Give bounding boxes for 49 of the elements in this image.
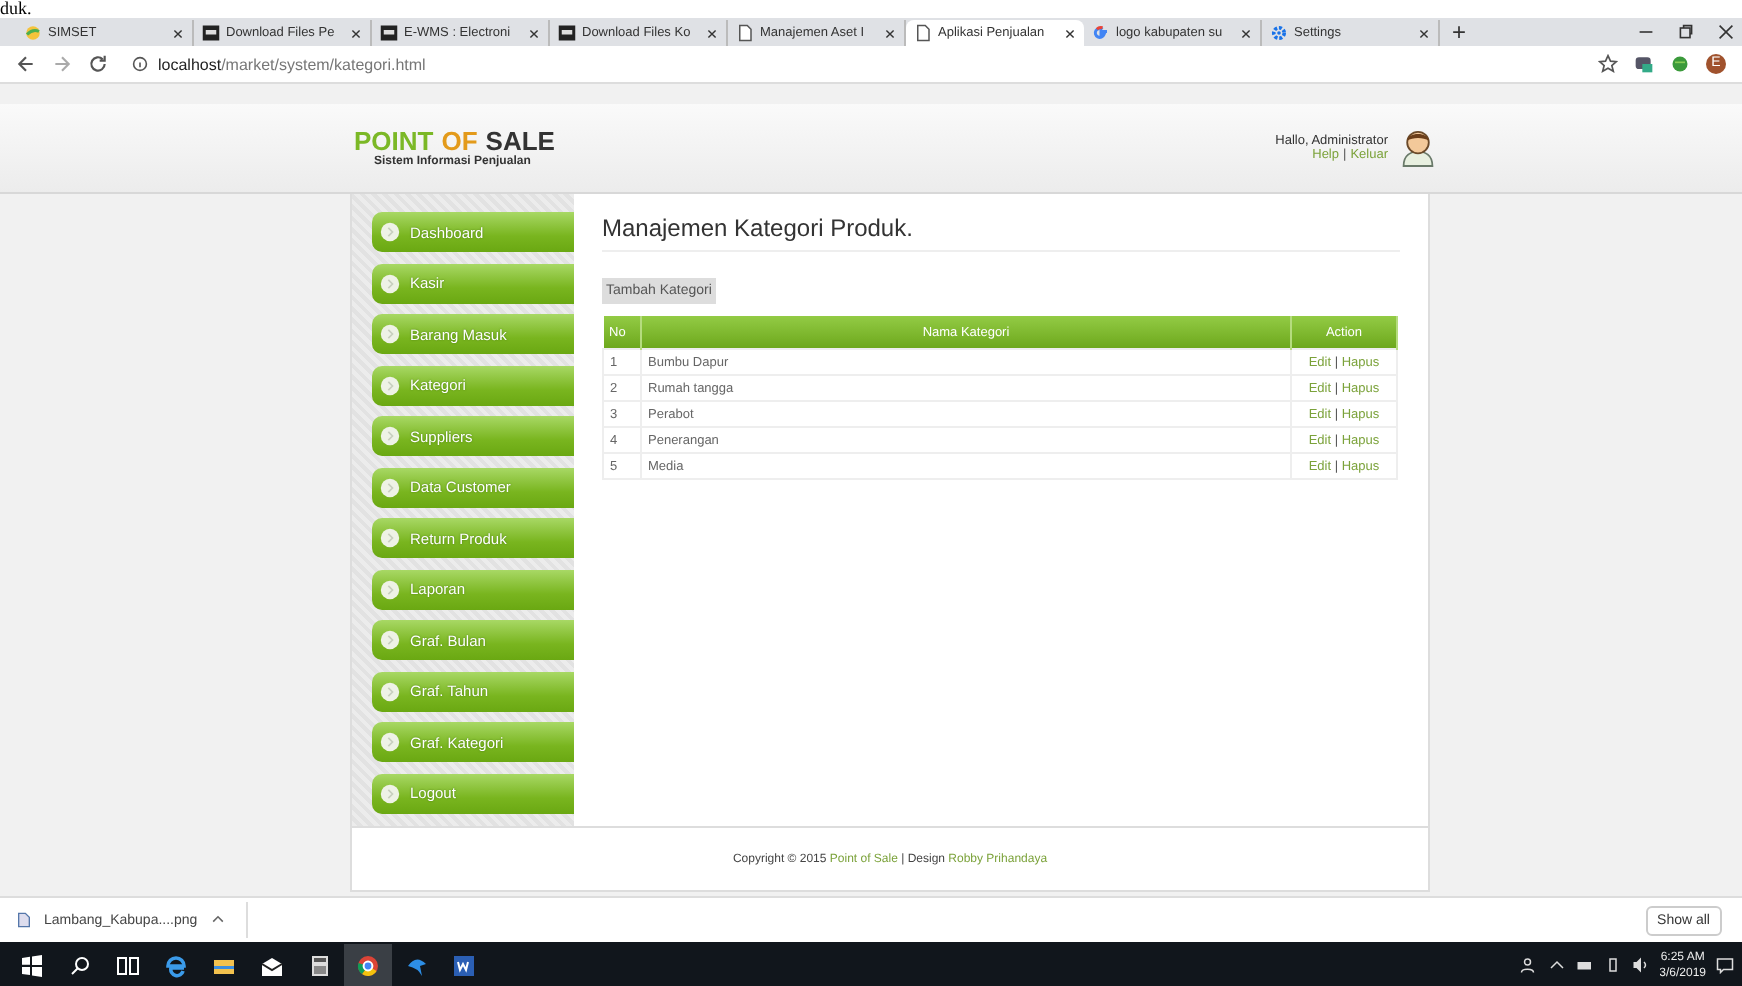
arrow-circle-icon: [380, 375, 400, 395]
url-text: localhost/market/system/kategori.html: [158, 55, 426, 73]
close-icon: [1718, 24, 1734, 40]
extension-icon[interactable]: [1634, 54, 1654, 74]
close-icon: [172, 27, 184, 39]
battery-icon[interactable]: [1603, 956, 1622, 974]
close-icon: [884, 27, 896, 39]
document-icon: [736, 24, 754, 42]
caret-icon: [209, 912, 226, 928]
arrow-circle-icon: [380, 426, 400, 446]
address-field[interactable]: localhost/market/system/kategori.html: [124, 50, 1582, 78]
gear-icon: [1270, 24, 1288, 42]
arrow-circle-icon: [380, 783, 400, 803]
info-icon: [132, 56, 148, 72]
back-icon[interactable]: [16, 54, 36, 74]
reload-icon[interactable]: [88, 54, 108, 74]
arrow-circle-icon: [380, 222, 400, 242]
logo-word: SALE: [485, 128, 555, 156]
document-icon: [914, 24, 932, 42]
sun-icon: [24, 24, 42, 42]
person-icon[interactable]: [1519, 956, 1538, 974]
close-icon: [1418, 27, 1430, 39]
volume-icon[interactable]: [1631, 956, 1650, 974]
notification-icon[interactable]: [1716, 956, 1734, 974]
new-tab-button[interactable]: +: [1440, 16, 1479, 46]
page-title: Manajemen Kategori Produk.: [602, 214, 1400, 252]
chrome-browser-icon[interactable]: [344, 943, 392, 986]
close-icon: [528, 27, 540, 39]
close-icon: [350, 27, 362, 39]
restore-icon: [1678, 24, 1694, 40]
arrow-circle-icon: [380, 630, 400, 650]
file-icon: [16, 912, 32, 928]
arrow-circle-icon: [380, 732, 400, 752]
arrow-circle-icon: [380, 579, 400, 599]
arrow-circle-icon: [380, 528, 400, 548]
star-icon[interactable]: [1598, 54, 1618, 74]
arrow-circle-icon: [380, 324, 400, 344]
logo-word: POINT: [354, 128, 434, 156]
close-icon: [1064, 27, 1076, 39]
arrow-circle-icon: [380, 273, 400, 293]
arrow-circle-icon: [380, 681, 400, 701]
logo-word: OF: [441, 128, 478, 156]
ring-icon: [1092, 24, 1110, 42]
arrow-circle-icon: [380, 477, 400, 497]
cut-off-text: duk.: [0, 0, 32, 18]
chevron-up-icon[interactable]: [1547, 956, 1566, 974]
user-avatar-icon: [1400, 128, 1436, 168]
close-icon: [706, 27, 718, 39]
close-icon: [1240, 27, 1252, 39]
